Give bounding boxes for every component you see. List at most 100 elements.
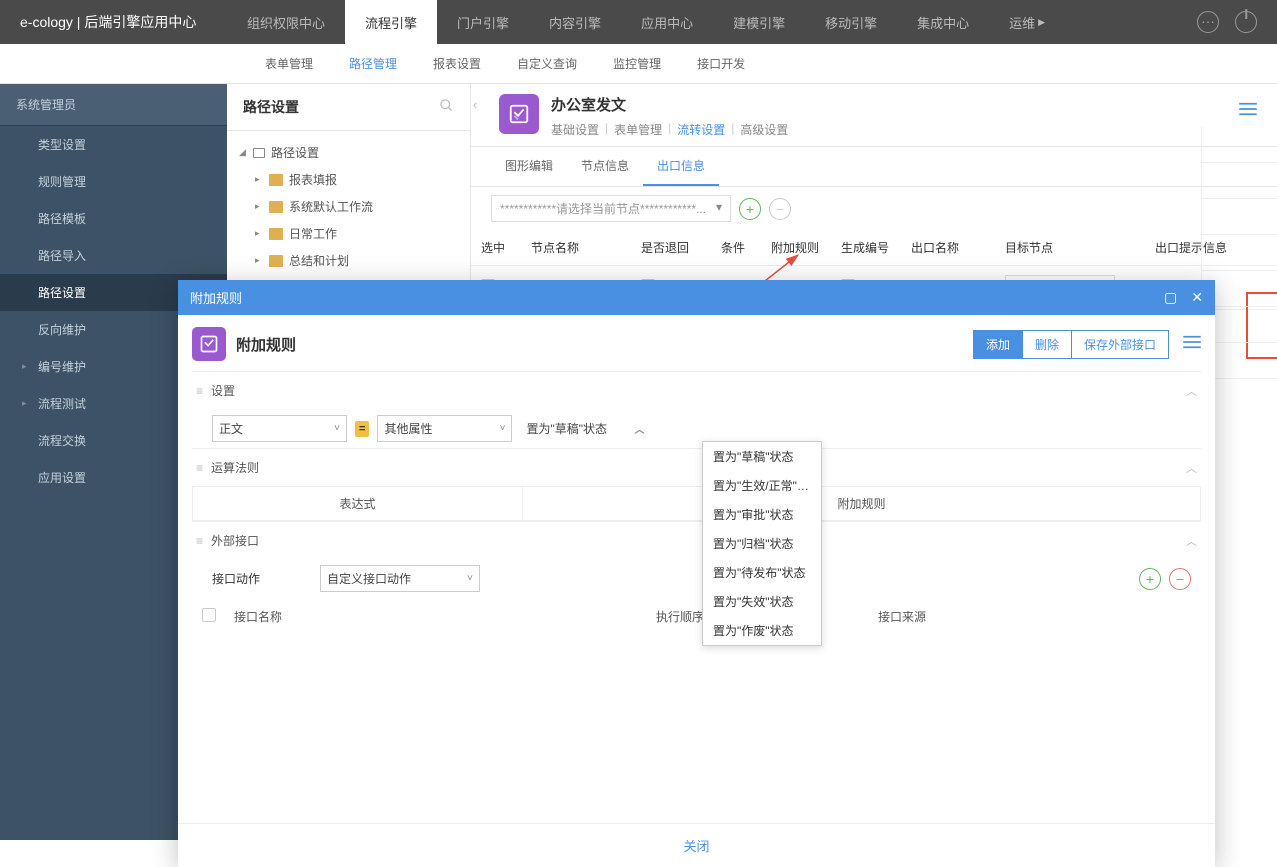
expand-icon[interactable]: ▸ xyxy=(255,255,265,266)
formula-header-row: 表达式 附加规则 xyxy=(192,486,1201,521)
node-select[interactable]: ************请选择当前节点************... xyxy=(491,195,731,222)
top-nav-item[interactable]: 门户引擎 xyxy=(437,0,529,44)
more-icon[interactable] xyxy=(1197,11,1219,33)
sub-nav-item[interactable]: 监控管理 xyxy=(595,44,679,83)
modal-head-icon xyxy=(192,327,226,361)
expand-icon[interactable]: ▸ xyxy=(255,201,265,212)
col-iface-source: 接口来源 xyxy=(870,600,1199,633)
content-header: ‹ 办公室发文 基础设置|表单管理|流转设置|高级设置 xyxy=(471,84,1277,147)
field-select-3[interactable]: 置为"草稿"状态︿ xyxy=(520,416,650,441)
dropdown-option[interactable]: 置为"草稿"状态 xyxy=(703,442,821,471)
app-header: e-cology | 后端引擎应用中心 组织权限中心流程引擎门户引擎内容引擎应用… xyxy=(0,0,1277,44)
add-button[interactable]: + xyxy=(739,198,761,220)
content-tab[interactable]: 图形编辑 xyxy=(491,147,567,186)
tree-item[interactable]: ▸总结和计划 xyxy=(227,247,470,274)
expand-icon[interactable]: ▸ xyxy=(255,228,265,239)
section-external: ≡外部接口 ︿ 接口动作 自定义接口动作˅ + − 接口名称 执行顺序 接口 xyxy=(192,521,1201,635)
tree-item[interactable]: ▸系统默认工作流 xyxy=(227,193,470,220)
collapse-icon[interactable]: ︿ xyxy=(1186,460,1197,476)
content-tab[interactable]: 出口信息 xyxy=(643,147,719,186)
dropdown-option[interactable]: 置为"待发布"状态 xyxy=(703,558,821,587)
section-settings: ≡设置 ︿ 正文˅ = 其他属性˅ 置为"草稿"状态︿ 置为"草稿"状态置为"生… xyxy=(192,371,1201,448)
top-nav-item[interactable]: 移动引擎 xyxy=(805,0,897,44)
breadcrumb-item[interactable]: 基础设置 xyxy=(551,121,599,138)
page-title: 办公室发文 xyxy=(551,94,788,115)
top-nav-item[interactable]: 建模引擎 xyxy=(713,0,805,44)
breadcrumb-item[interactable]: 流转设置 xyxy=(677,121,725,138)
sub-nav-item[interactable]: 表单管理 xyxy=(247,44,331,83)
power-icon[interactable] xyxy=(1235,11,1257,33)
tree-item[interactable]: ▸日常工作 xyxy=(227,220,470,247)
dropdown-option[interactable]: 置为"失效"状态 xyxy=(703,587,821,616)
status-dropdown: 置为"草稿"状态置为"生效/正常"状..置为"审批"状态置为"归档"状态置为"待… xyxy=(702,441,822,646)
dropdown-option[interactable]: 置为"作废"状态 xyxy=(703,616,821,645)
dropdown-option[interactable]: 置为"生效/正常"状.. xyxy=(703,471,821,500)
expand-icon[interactable]: ▸ xyxy=(255,174,265,185)
breadcrumb: 基础设置|表单管理|流转设置|高级设置 xyxy=(551,121,788,146)
iface-action-select[interactable]: 自定义接口动作˅ xyxy=(320,565,480,592)
modal-close-button[interactable]: 关闭 xyxy=(178,823,1215,867)
equals-icon: = xyxy=(355,421,369,437)
section-title-formula: 运算法则 xyxy=(211,461,259,475)
dropdown-option[interactable]: 置为"审批"状态 xyxy=(703,500,821,529)
collapse-icon[interactable]: ︿ xyxy=(1186,533,1197,549)
top-nav-item[interactable]: 运维 ▶ xyxy=(989,0,1065,44)
save-ext-button[interactable]: 保存外部接口 xyxy=(1072,330,1169,359)
col-header: 目标节点 xyxy=(995,230,1145,266)
breadcrumb-item[interactable]: 高级设置 xyxy=(740,121,788,138)
section-formula: ≡运算法则 ︿ 表达式 附加规则 xyxy=(192,448,1201,521)
top-nav-item[interactable]: 应用中心 xyxy=(621,0,713,44)
modal-titlebar: 附加规则 ▢ ✕ xyxy=(178,280,1215,315)
sidebar-item[interactable]: 类型设置 xyxy=(0,126,227,163)
iface-remove-button[interactable]: − xyxy=(1169,568,1191,590)
top-nav: 组织权限中心流程引擎门户引擎内容引擎应用中心建模引擎移动引擎集成中心运维 ▶ xyxy=(227,0,1197,44)
sub-nav: 表单管理路径管理报表设置自定义查询监控管理接口开发 xyxy=(0,44,1277,84)
sub-nav-item[interactable]: 接口开发 xyxy=(679,44,763,83)
sidebar-item[interactable]: 路径模板 xyxy=(0,200,227,237)
tree-root[interactable]: ◢ 路径设置 xyxy=(227,139,470,166)
collapse-icon[interactable]: ◢ xyxy=(239,147,249,158)
tree-item[interactable]: ▸报表填报 xyxy=(227,166,470,193)
top-nav-item[interactable]: 流程引擎 xyxy=(345,0,437,44)
content-tabs: 图形编辑节点信息出口信息 xyxy=(471,147,1277,187)
add-button[interactable]: 添加 xyxy=(973,330,1023,359)
sidebar-item[interactable]: 路径导入 xyxy=(0,237,227,274)
delete-button[interactable]: 删除 xyxy=(1023,330,1072,359)
col-header: 是否退回 xyxy=(631,230,711,266)
dropdown-option[interactable]: 置为"归档"状态 xyxy=(703,529,821,558)
collapse-panel-icon[interactable]: ‹ xyxy=(471,94,479,115)
toolbar: ************请选择当前节点************... + − xyxy=(471,187,1277,230)
top-nav-item[interactable]: 集成中心 xyxy=(897,0,989,44)
col-header: 选中 xyxy=(471,230,521,266)
field-select-2[interactable]: 其他属性˅ xyxy=(377,415,512,442)
field-select-1[interactable]: 正文˅ xyxy=(212,415,347,442)
sidebar-header: 系统管理员 xyxy=(0,84,227,126)
iface-add-button[interactable]: + xyxy=(1139,568,1161,590)
maximize-icon[interactable]: ▢ xyxy=(1164,289,1177,306)
col-iface-name: 接口名称 xyxy=(226,600,646,633)
folder-icon xyxy=(269,255,283,267)
list-view-icon[interactable] xyxy=(1239,102,1257,121)
folder-icon xyxy=(269,228,283,240)
remove-button[interactable]: − xyxy=(769,198,791,220)
sub-nav-item[interactable]: 自定义查询 xyxy=(499,44,595,83)
folder-icon xyxy=(269,174,283,186)
drag-icon: ≡ xyxy=(196,534,203,548)
list-icon[interactable] xyxy=(1183,335,1201,354)
iface-checkall[interactable] xyxy=(202,608,216,622)
iface-table: 接口名称 执行顺序 接口来源 xyxy=(192,598,1201,635)
workflow-icon xyxy=(499,94,539,134)
sub-nav-item[interactable]: 报表设置 xyxy=(415,44,499,83)
tree-body: ◢ 路径设置 ▸报表填报▸系统默认工作流▸日常工作▸总结和计划 xyxy=(227,131,470,282)
top-nav-item[interactable]: 内容引擎 xyxy=(529,0,621,44)
modal-title: 附加规则 xyxy=(190,288,242,307)
breadcrumb-item[interactable]: 表单管理 xyxy=(614,121,662,138)
content-tab[interactable]: 节点信息 xyxy=(567,147,643,186)
search-icon[interactable] xyxy=(439,98,454,117)
col-header: 节点名称 xyxy=(521,230,631,266)
top-nav-item[interactable]: 组织权限中心 xyxy=(227,0,345,44)
sidebar-item[interactable]: 规则管理 xyxy=(0,163,227,200)
sub-nav-item[interactable]: 路径管理 xyxy=(331,44,415,83)
collapse-icon[interactable]: ︿ xyxy=(1186,383,1197,399)
close-icon[interactable]: ✕ xyxy=(1191,289,1203,306)
